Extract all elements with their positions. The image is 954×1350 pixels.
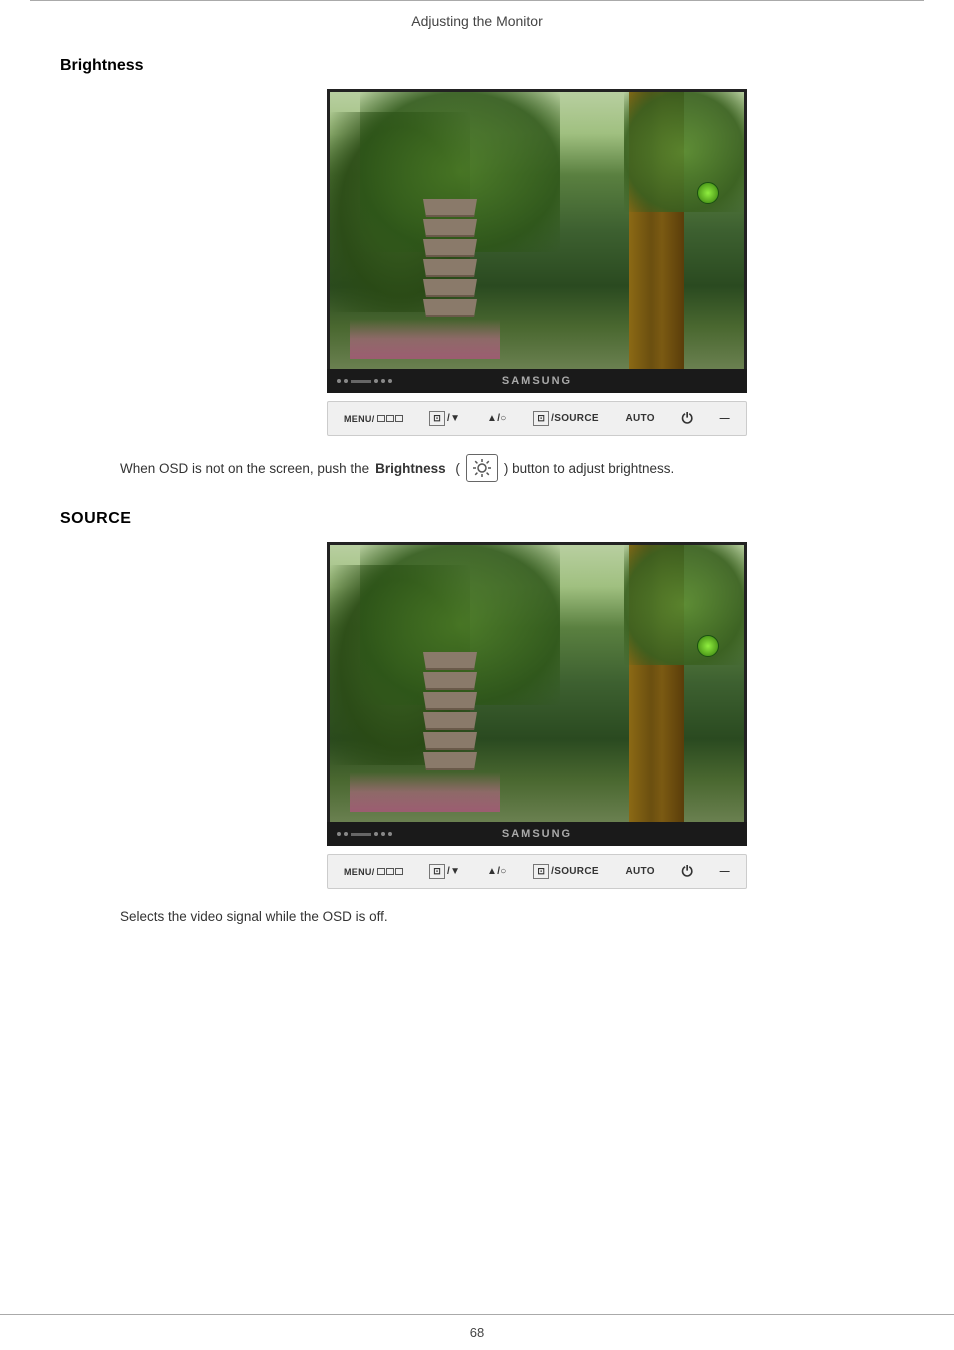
src-menu-box2	[386, 868, 394, 875]
src-menu-box3	[395, 868, 403, 875]
btn3-brightness[interactable]: ▲/○	[487, 413, 507, 424]
src-dash-label: —	[720, 866, 730, 877]
source-control-bar: MENU/ ⊡ /▼ ▲/○ ⊡ /SOURCE	[327, 854, 747, 889]
brightness-monitor-screen	[327, 89, 747, 369]
btn4-icon: ⊡	[533, 411, 549, 426]
brightness-section: Brightness	[60, 57, 894, 482]
power-btn-brightness[interactable]: ⏻	[682, 410, 693, 427]
btn4-source[interactable]: ⊡ /SOURCE	[533, 864, 599, 879]
page-footer: 68	[0, 1314, 954, 1350]
src-indicator-dot-3	[374, 832, 378, 836]
source-pagoda-tier-6	[420, 752, 480, 770]
src-indicator-bar	[351, 833, 371, 836]
source-pagoda-tier-4	[420, 712, 480, 730]
menu-icon-box3	[395, 415, 403, 422]
btn2-icon: ⊡	[429, 411, 445, 426]
header-title: Adjusting the Monitor	[411, 13, 543, 29]
indicator-bar	[351, 380, 371, 383]
flowers	[350, 319, 500, 359]
foliage-right	[624, 92, 744, 212]
brightness-sun-icon	[472, 458, 492, 478]
note-suffix: ) button to adjust brightness.	[504, 461, 674, 476]
source-monitor-wrap: SAMSUNG MENU/ ⊡ /▼ ▲/○	[180, 542, 894, 889]
indicator-dot-4	[381, 379, 385, 383]
btn3-source[interactable]: ▲/○	[487, 866, 507, 877]
src-indicator-dot-4	[381, 832, 385, 836]
page-header: Adjusting the Monitor	[30, 0, 924, 37]
source-foliage-right	[624, 545, 744, 665]
source-monitor-bottom-bar: SAMSUNG	[327, 822, 747, 846]
btn2-slash: /▼	[447, 413, 460, 424]
btn4-brightness[interactable]: ⊡ /SOURCE	[533, 411, 599, 426]
pagoda-tier-5	[420, 279, 480, 297]
menu-label: MENU/	[344, 414, 375, 424]
menu-btn-source[interactable]: MENU/	[344, 867, 403, 877]
green-circle	[697, 182, 719, 204]
pagoda	[420, 199, 480, 319]
src-btn3-label: ▲/○	[487, 866, 507, 877]
brightness-icon-box	[466, 454, 498, 482]
pagoda-tier-4	[420, 259, 480, 277]
menu-icon-box1	[377, 415, 385, 422]
source-monitor-screen	[327, 542, 747, 822]
menu-icon-box2	[386, 415, 394, 422]
src-menu-label: MENU/	[344, 867, 375, 877]
pagoda-tier-3	[420, 239, 480, 257]
src-btn4-icon: ⊡	[533, 864, 549, 879]
indicator-dot-1	[337, 379, 341, 383]
src-auto-label: AUTO	[626, 866, 655, 877]
page-number: 68	[470, 1325, 484, 1340]
btn3-label: ▲/○	[487, 413, 507, 424]
btn2-source[interactable]: ⊡ /▼	[429, 864, 460, 879]
auto-btn-source[interactable]: AUTO	[626, 866, 655, 877]
indicator-dot-2	[344, 379, 348, 383]
pagoda-tier-2	[420, 219, 480, 237]
note-bold: Brightness	[375, 461, 446, 476]
source-pagoda-tier-5	[420, 732, 480, 750]
src-power-icon: ⏻	[682, 863, 693, 880]
power-icon: ⏻	[682, 410, 693, 427]
src-indicator-dot-2	[344, 832, 348, 836]
dash-label: —	[720, 413, 730, 424]
note-open-paren: (	[452, 461, 460, 476]
btn2-brightness[interactable]: ⊡ /▼	[429, 411, 460, 426]
src-indicator-dot-1	[337, 832, 341, 836]
source-green-circle	[697, 635, 719, 657]
dash-btn-source[interactable]: —	[720, 866, 730, 877]
auto-label: AUTO	[626, 413, 655, 424]
src-btn2-icon: ⊡	[429, 864, 445, 879]
source-pagoda	[420, 652, 480, 772]
samsung-logo-source: SAMSUNG	[397, 828, 677, 840]
source-pagoda-tier-3	[420, 692, 480, 710]
source-pagoda-tier-1	[420, 652, 480, 670]
pagoda-tier-1	[420, 199, 480, 217]
brightness-title: Brightness	[60, 57, 894, 75]
source-flowers	[350, 772, 500, 812]
brightness-monitor-wrap: SAMSUNG MENU/ ⊡ /▼ ▲/○	[180, 89, 894, 436]
samsung-logo-brightness: SAMSUNG	[397, 375, 677, 387]
btn4-label: /SOURCE	[551, 413, 599, 424]
source-pagoda-tier-2	[420, 672, 480, 690]
src-indicator-dot-5	[388, 832, 392, 836]
src-btn2-slash: /▼	[447, 866, 460, 877]
brightness-monitor-bottom-bar: SAMSUNG	[327, 369, 747, 393]
note-prefix: When OSD is not on the screen, push the	[120, 461, 369, 476]
pagoda-tier-6	[420, 299, 480, 317]
src-btn4-label: /SOURCE	[551, 866, 599, 877]
indicator-dot-3	[374, 379, 378, 383]
source-note: Selects the video signal while the OSD i…	[120, 909, 894, 924]
auto-btn-brightness[interactable]: AUTO	[626, 413, 655, 424]
src-menu-box1	[377, 868, 385, 875]
indicator-dot-5	[388, 379, 392, 383]
brightness-control-bar: MENU/ ⊡ /▼ ▲/○ ⊡ /SOURCE	[327, 401, 747, 436]
source-title: SOURCE	[60, 510, 894, 528]
dash-btn-brightness[interactable]: —	[720, 413, 730, 424]
power-btn-source[interactable]: ⏻	[682, 863, 693, 880]
brightness-note: When OSD is not on the screen, push the …	[120, 454, 894, 482]
source-section: SOURCE	[60, 510, 894, 924]
menu-btn-brightness[interactable]: MENU/	[344, 414, 403, 424]
